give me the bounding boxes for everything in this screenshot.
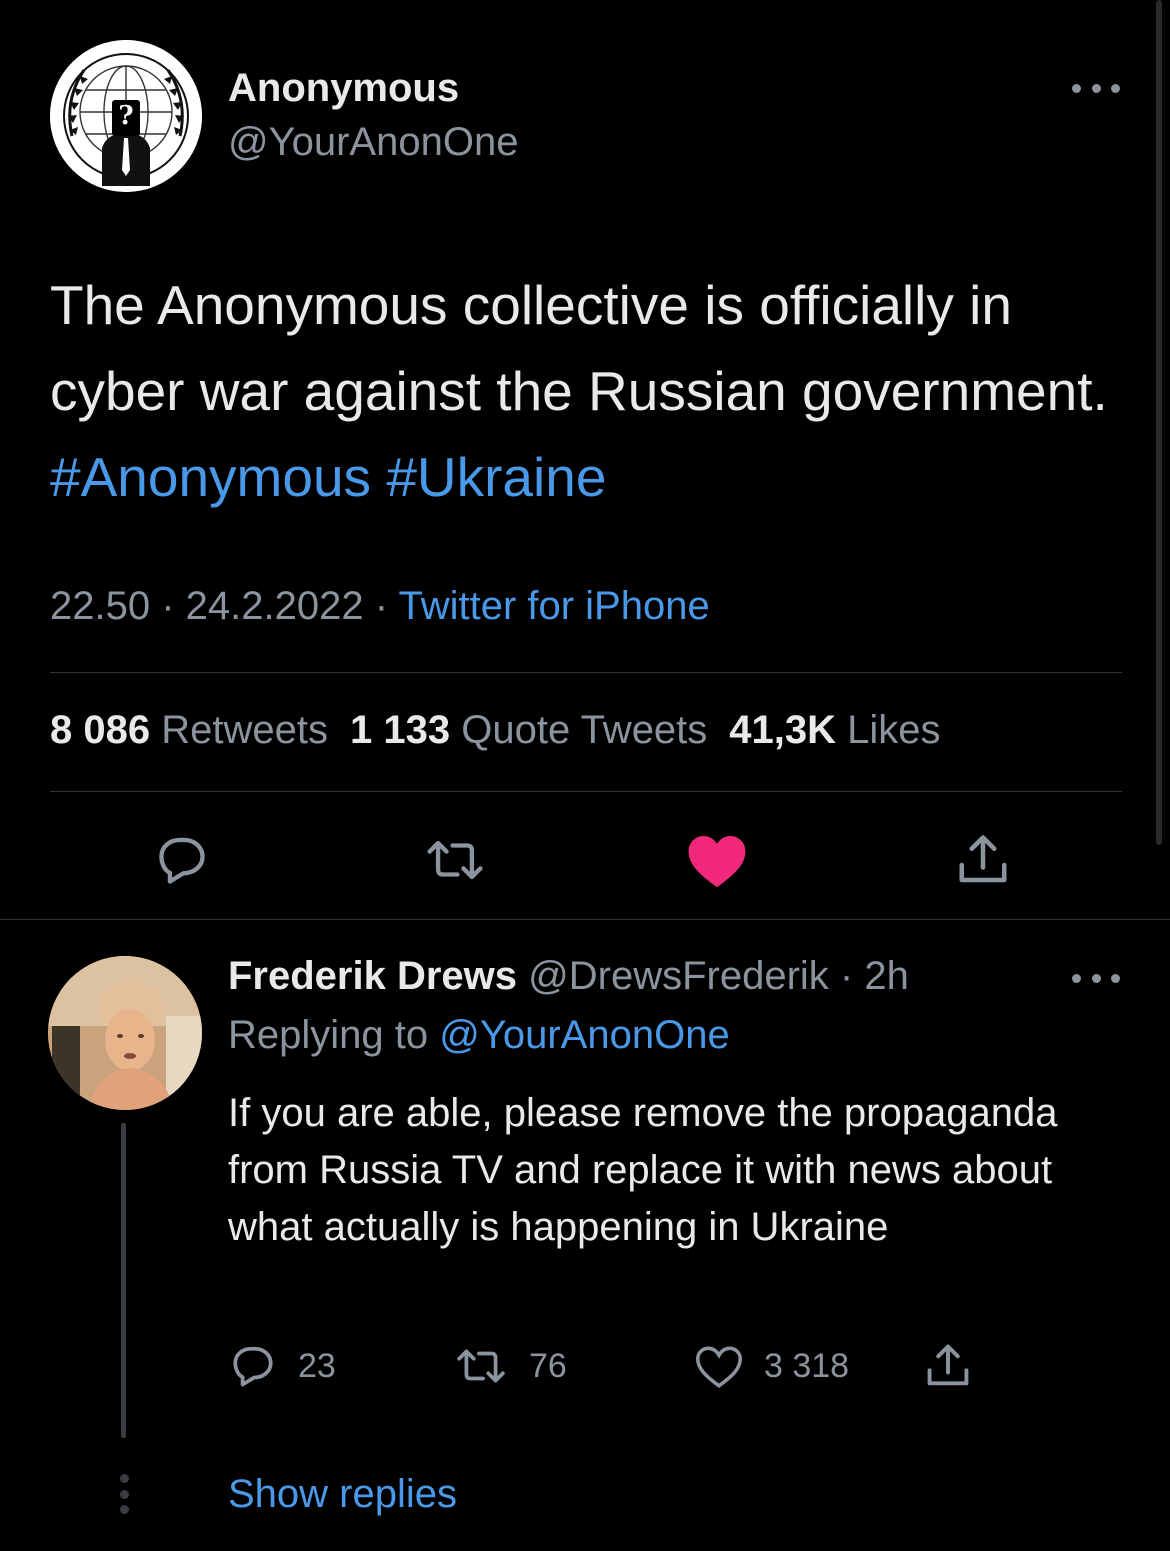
tweet-text: The Anonymous collective is officially i… [50, 262, 1140, 520]
reply-actions: 23 76 3 318 [228, 1338, 1128, 1394]
quotes-stat[interactable]: 1 133 Quote Tweets [350, 708, 707, 752]
retweet-icon [457, 1349, 505, 1383]
more-dot [1072, 83, 1081, 93]
likes-stat[interactable]: 41,3K Likes [729, 708, 940, 752]
meta-separator: · [374, 584, 399, 628]
retweet-button[interactable] [420, 825, 490, 895]
tweet-time[interactable]: 22.50 [50, 584, 150, 628]
show-replies-link[interactable]: Show replies [228, 1472, 457, 1517]
more-dot [1111, 973, 1120, 983]
retweet-icon [427, 840, 483, 880]
retweets-count: 8 086 [50, 708, 151, 752]
like-count: 3 318 [764, 1346, 850, 1385]
divider [50, 791, 1122, 792]
retweet-count: 76 [529, 1346, 567, 1385]
hashtag-ukraine[interactable]: #Ukraine [386, 446, 606, 508]
tweet-actions [0, 825, 1170, 895]
reply-retweet-button[interactable]: 76 [453, 1338, 567, 1394]
more-dot [1091, 83, 1101, 93]
reply-author-name[interactable]: Frederik Drews [228, 954, 517, 998]
reply-share-button[interactable] [922, 1338, 974, 1394]
reply-header: Frederik Drews @DrewsFrederik · 2h [228, 954, 909, 999]
section-separator [0, 919, 1170, 920]
more-dot [1091, 973, 1101, 983]
heart-outline-icon [695, 1346, 743, 1388]
retweets-stat[interactable]: 8 086 Retweets [50, 708, 328, 752]
main-tweet: ? Anonymous @YourAnonOne The Anonymous c… [0, 0, 1170, 920]
more-options-button[interactable] [1072, 70, 1120, 106]
reply-like-button[interactable]: 3 318 [694, 1338, 849, 1394]
reply-reply-button[interactable]: 23 [228, 1338, 336, 1394]
share-icon [959, 835, 1007, 883]
reply-count: 23 [298, 1346, 336, 1385]
heart-filled-icon [688, 835, 746, 888]
reply-icon [233, 1346, 273, 1387]
reply-avatar[interactable] [48, 956, 202, 1110]
tweet-body: The Anonymous collective is officially i… [50, 274, 1108, 422]
author-name[interactable]: Anonymous [228, 66, 459, 111]
replying-prefix: Replying to [228, 1013, 429, 1057]
header-separator: · [828, 954, 865, 998]
tweet-source[interactable]: Twitter for iPhone [398, 584, 709, 628]
tweet-meta: 22.50 · 24.2.2022 · Twitter for iPhone [50, 584, 710, 629]
author-handle[interactable]: @YourAnonOne [228, 120, 518, 165]
more-dot [1111, 83, 1120, 93]
quotes-count: 1 133 [349, 708, 451, 752]
tweet-date[interactable]: 24.2.2022 [186, 584, 364, 628]
reply-author-handle[interactable]: @DrewsFrederik [528, 954, 829, 998]
meta-separator: · [161, 584, 186, 628]
replying-mention[interactable]: @YourAnonOne [439, 1013, 729, 1057]
reply-more-options-button[interactable] [1072, 960, 1120, 996]
replying-to: Replying to @YourAnonOne [228, 1013, 730, 1058]
svg-text:?: ? [118, 101, 133, 131]
likes-count: 41,3K [729, 708, 837, 752]
tweet-stats: 8 086 Retweets 1 133 Quote Tweets 41,3K Li… [50, 708, 941, 753]
divider [50, 672, 1122, 673]
author-avatar[interactable]: ? [50, 40, 202, 192]
reply-text: If you are able, please remove the propa… [228, 1091, 1058, 1249]
thread-line [121, 1123, 126, 1438]
thread-continuation-dots [118, 1474, 130, 1514]
reply-icon [159, 837, 205, 884]
reply-button[interactable] [147, 825, 217, 895]
quotes-label: Quote Tweets [461, 708, 708, 752]
share-button[interactable] [948, 825, 1018, 895]
like-button[interactable] [682, 825, 752, 895]
more-dot [1072, 973, 1081, 983]
likes-label: Likes [847, 708, 941, 752]
reply-age[interactable]: 2h [864, 954, 909, 998]
share-icon [927, 1344, 969, 1386]
hashtag-anonymous[interactable]: #Anonymous [50, 446, 371, 508]
retweets-label: Retweets [161, 708, 328, 752]
